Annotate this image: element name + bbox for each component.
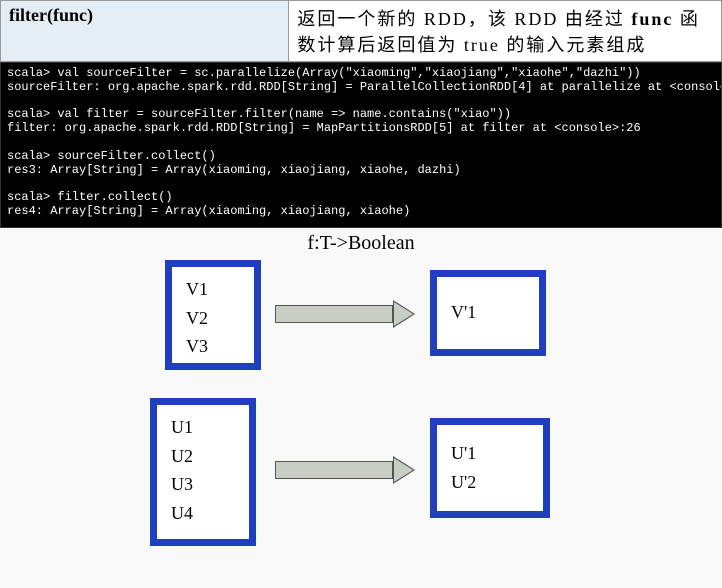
term-line: filter: org.apache.spark.rdd.RDD[String]…	[7, 121, 641, 135]
term-line: res3: Array[String] = Array(xiaoming, xi…	[7, 163, 461, 177]
arrow-icon	[275, 300, 415, 328]
desc-func: func	[631, 9, 673, 29]
cell: U'2	[451, 468, 529, 497]
desc-text-1: 返回一个新的 RDD，该 RDD 由经过	[297, 9, 631, 29]
method-desc-cell: 返回一个新的 RDD，该 RDD 由经过 func 函数计算后返回值为 true…	[289, 1, 722, 62]
term-line: scala> val sourceFilter = sc.parallelize…	[7, 66, 641, 80]
cell: V'1	[451, 298, 525, 327]
method-name-cell: filter(func)	[1, 1, 289, 62]
filter-diagram: f:T->Boolean V1 V2 V3 V'1 U1 U2 U3 U4 U'…	[0, 228, 722, 588]
term-line: res4: Array[String] = Array(xiaoming, xi…	[7, 204, 410, 218]
term-line: scala> sourceFilter.collect()	[7, 149, 216, 163]
term-line: scala> val filter = sourceFilter.filter(…	[7, 107, 511, 121]
terminal-output: scala> val sourceFilter = sc.parallelize…	[0, 62, 722, 228]
cell: U2	[171, 442, 235, 471]
input-partition-u: U1 U2 U3 U4	[150, 398, 256, 546]
cell: U3	[171, 470, 235, 499]
cell: V3	[186, 332, 240, 361]
cell: V2	[186, 304, 240, 333]
output-partition-u: U'1 U'2	[430, 418, 550, 518]
diagram-title: f:T->Boolean	[0, 232, 722, 255]
term-line: scala> filter.collect()	[7, 190, 173, 204]
method-name: filter(func)	[9, 5, 93, 25]
cell: U4	[171, 499, 235, 528]
cell: V1	[186, 275, 240, 304]
cell: U1	[171, 413, 235, 442]
cell: U'1	[451, 439, 529, 468]
output-partition-v: V'1	[430, 270, 546, 356]
arrow-icon	[275, 456, 415, 484]
input-partition-v: V1 V2 V3	[165, 260, 261, 370]
term-line: sourceFilter: org.apache.spark.rdd.RDD[S…	[7, 80, 722, 94]
definition-table: filter(func) 返回一个新的 RDD，该 RDD 由经过 func 函…	[0, 0, 722, 62]
